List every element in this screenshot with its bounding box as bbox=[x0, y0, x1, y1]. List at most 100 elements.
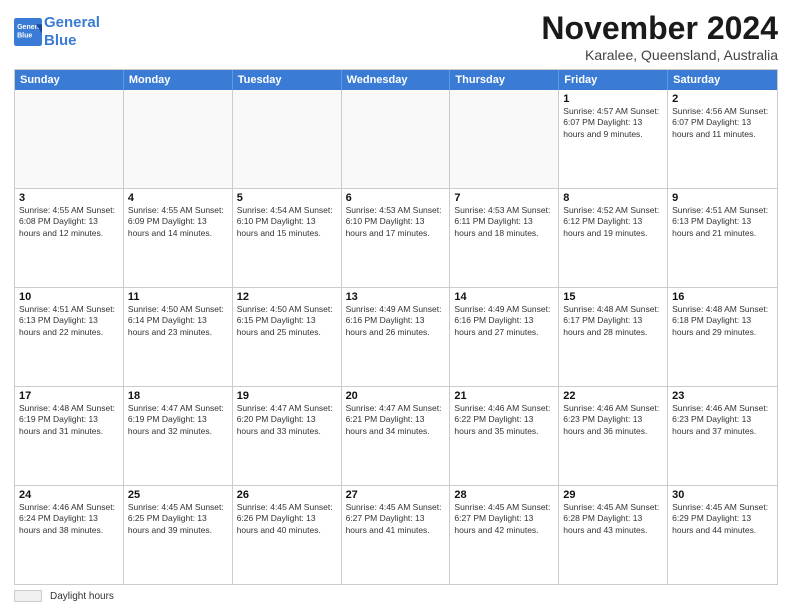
table-row bbox=[124, 90, 233, 188]
table-row: 13Sunrise: 4:49 AM Sunset: 6:16 PM Dayli… bbox=[342, 288, 451, 386]
cell-info: Sunrise: 4:45 AM Sunset: 6:27 PM Dayligh… bbox=[346, 502, 446, 536]
day-number: 27 bbox=[346, 489, 446, 501]
cell-info: Sunrise: 4:47 AM Sunset: 6:20 PM Dayligh… bbox=[237, 403, 337, 437]
calendar-body: 1Sunrise: 4:57 AM Sunset: 6:07 PM Daylig… bbox=[15, 90, 777, 584]
day-number: 29 bbox=[563, 489, 663, 501]
table-row: 23Sunrise: 4:46 AM Sunset: 6:23 PM Dayli… bbox=[668, 387, 777, 485]
cell-info: Sunrise: 4:47 AM Sunset: 6:21 PM Dayligh… bbox=[346, 403, 446, 437]
header-cell-saturday: Saturday bbox=[668, 70, 777, 90]
title-block: November 2024 Karalee, Queensland, Austr… bbox=[541, 10, 778, 63]
day-number: 10 bbox=[19, 291, 119, 303]
calendar: SundayMondayTuesdayWednesdayThursdayFrid… bbox=[14, 69, 778, 585]
day-number: 4 bbox=[128, 192, 228, 204]
cell-info: Sunrise: 4:53 AM Sunset: 6:10 PM Dayligh… bbox=[346, 205, 446, 239]
header-cell-tuesday: Tuesday bbox=[233, 70, 342, 90]
cell-info: Sunrise: 4:55 AM Sunset: 6:09 PM Dayligh… bbox=[128, 205, 228, 239]
day-number: 26 bbox=[237, 489, 337, 501]
svg-text:Blue: Blue bbox=[17, 32, 32, 39]
day-number: 17 bbox=[19, 390, 119, 402]
table-row: 26Sunrise: 4:45 AM Sunset: 6:26 PM Dayli… bbox=[233, 486, 342, 584]
day-number: 24 bbox=[19, 489, 119, 501]
table-row: 5Sunrise: 4:54 AM Sunset: 6:10 PM Daylig… bbox=[233, 189, 342, 287]
cell-info: Sunrise: 4:51 AM Sunset: 6:13 PM Dayligh… bbox=[19, 304, 119, 338]
table-row: 22Sunrise: 4:46 AM Sunset: 6:23 PM Dayli… bbox=[559, 387, 668, 485]
legend-label: Daylight hours bbox=[50, 591, 114, 602]
logo-icon: General Blue bbox=[14, 18, 42, 46]
day-number: 19 bbox=[237, 390, 337, 402]
calendar-row-1: 1Sunrise: 4:57 AM Sunset: 6:07 PM Daylig… bbox=[15, 90, 777, 188]
cell-info: Sunrise: 4:50 AM Sunset: 6:15 PM Dayligh… bbox=[237, 304, 337, 338]
cell-info: Sunrise: 4:46 AM Sunset: 6:23 PM Dayligh… bbox=[672, 403, 773, 437]
header-cell-wednesday: Wednesday bbox=[342, 70, 451, 90]
cell-info: Sunrise: 4:46 AM Sunset: 6:23 PM Dayligh… bbox=[563, 403, 663, 437]
table-row: 25Sunrise: 4:45 AM Sunset: 6:25 PM Dayli… bbox=[124, 486, 233, 584]
table-row: 20Sunrise: 4:47 AM Sunset: 6:21 PM Dayli… bbox=[342, 387, 451, 485]
day-number: 6 bbox=[346, 192, 446, 204]
day-number: 9 bbox=[672, 192, 773, 204]
table-row: 4Sunrise: 4:55 AM Sunset: 6:09 PM Daylig… bbox=[124, 189, 233, 287]
logo-line2: Blue bbox=[44, 32, 77, 49]
day-number: 20 bbox=[346, 390, 446, 402]
table-row bbox=[15, 90, 124, 188]
table-row: 12Sunrise: 4:50 AM Sunset: 6:15 PM Dayli… bbox=[233, 288, 342, 386]
day-number: 8 bbox=[563, 192, 663, 204]
table-row: 19Sunrise: 4:47 AM Sunset: 6:20 PM Dayli… bbox=[233, 387, 342, 485]
calendar-row-5: 24Sunrise: 4:46 AM Sunset: 6:24 PM Dayli… bbox=[15, 485, 777, 584]
table-row: 3Sunrise: 4:55 AM Sunset: 6:08 PM Daylig… bbox=[15, 189, 124, 287]
table-row: 28Sunrise: 4:45 AM Sunset: 6:27 PM Dayli… bbox=[450, 486, 559, 584]
table-row: 9Sunrise: 4:51 AM Sunset: 6:13 PM Daylig… bbox=[668, 189, 777, 287]
cell-info: Sunrise: 4:57 AM Sunset: 6:07 PM Dayligh… bbox=[563, 106, 663, 140]
table-row: 15Sunrise: 4:48 AM Sunset: 6:17 PM Dayli… bbox=[559, 288, 668, 386]
day-number: 12 bbox=[237, 291, 337, 303]
table-row: 14Sunrise: 4:49 AM Sunset: 6:16 PM Dayli… bbox=[450, 288, 559, 386]
calendar-row-4: 17Sunrise: 4:48 AM Sunset: 6:19 PM Dayli… bbox=[15, 386, 777, 485]
day-number: 2 bbox=[672, 93, 773, 105]
table-row: 8Sunrise: 4:52 AM Sunset: 6:12 PM Daylig… bbox=[559, 189, 668, 287]
header-cell-friday: Friday bbox=[559, 70, 668, 90]
legend: Daylight hours bbox=[14, 590, 778, 602]
cell-info: Sunrise: 4:46 AM Sunset: 6:24 PM Dayligh… bbox=[19, 502, 119, 536]
day-number: 5 bbox=[237, 192, 337, 204]
calendar-row-2: 3Sunrise: 4:55 AM Sunset: 6:08 PM Daylig… bbox=[15, 188, 777, 287]
logo-text: General Blue bbox=[44, 14, 100, 50]
cell-info: Sunrise: 4:48 AM Sunset: 6:17 PM Dayligh… bbox=[563, 304, 663, 338]
day-number: 23 bbox=[672, 390, 773, 402]
header: General Blue General Blue November 2024 … bbox=[14, 10, 778, 63]
header-cell-thursday: Thursday bbox=[450, 70, 559, 90]
cell-info: Sunrise: 4:54 AM Sunset: 6:10 PM Dayligh… bbox=[237, 205, 337, 239]
cell-info: Sunrise: 4:53 AM Sunset: 6:11 PM Dayligh… bbox=[454, 205, 554, 239]
cell-info: Sunrise: 4:48 AM Sunset: 6:18 PM Dayligh… bbox=[672, 304, 773, 338]
logo-line1: General bbox=[44, 14, 100, 31]
table-row: 29Sunrise: 4:45 AM Sunset: 6:28 PM Dayli… bbox=[559, 486, 668, 584]
calendar-row-3: 10Sunrise: 4:51 AM Sunset: 6:13 PM Dayli… bbox=[15, 287, 777, 386]
day-number: 30 bbox=[672, 489, 773, 501]
cell-info: Sunrise: 4:48 AM Sunset: 6:19 PM Dayligh… bbox=[19, 403, 119, 437]
table-row: 21Sunrise: 4:46 AM Sunset: 6:22 PM Dayli… bbox=[450, 387, 559, 485]
legend-shaded-box bbox=[14, 590, 42, 602]
day-number: 25 bbox=[128, 489, 228, 501]
cell-info: Sunrise: 4:51 AM Sunset: 6:13 PM Dayligh… bbox=[672, 205, 773, 239]
cell-info: Sunrise: 4:45 AM Sunset: 6:29 PM Dayligh… bbox=[672, 502, 773, 536]
day-number: 7 bbox=[454, 192, 554, 204]
day-number: 14 bbox=[454, 291, 554, 303]
table-row: 27Sunrise: 4:45 AM Sunset: 6:27 PM Dayli… bbox=[342, 486, 451, 584]
cell-info: Sunrise: 4:45 AM Sunset: 6:28 PM Dayligh… bbox=[563, 502, 663, 536]
day-number: 1 bbox=[563, 93, 663, 105]
day-number: 15 bbox=[563, 291, 663, 303]
location: Karalee, Queensland, Australia bbox=[541, 47, 778, 63]
day-number: 3 bbox=[19, 192, 119, 204]
day-number: 22 bbox=[563, 390, 663, 402]
cell-info: Sunrise: 4:47 AM Sunset: 6:19 PM Dayligh… bbox=[128, 403, 228, 437]
table-row: 18Sunrise: 4:47 AM Sunset: 6:19 PM Dayli… bbox=[124, 387, 233, 485]
cell-info: Sunrise: 4:55 AM Sunset: 6:08 PM Dayligh… bbox=[19, 205, 119, 239]
day-number: 13 bbox=[346, 291, 446, 303]
day-number: 18 bbox=[128, 390, 228, 402]
cell-info: Sunrise: 4:45 AM Sunset: 6:27 PM Dayligh… bbox=[454, 502, 554, 536]
table-row: 24Sunrise: 4:46 AM Sunset: 6:24 PM Dayli… bbox=[15, 486, 124, 584]
day-number: 11 bbox=[128, 291, 228, 303]
cell-info: Sunrise: 4:49 AM Sunset: 6:16 PM Dayligh… bbox=[454, 304, 554, 338]
table-row: 1Sunrise: 4:57 AM Sunset: 6:07 PM Daylig… bbox=[559, 90, 668, 188]
cell-info: Sunrise: 4:46 AM Sunset: 6:22 PM Dayligh… bbox=[454, 403, 554, 437]
cell-info: Sunrise: 4:56 AM Sunset: 6:07 PM Dayligh… bbox=[672, 106, 773, 140]
cell-info: Sunrise: 4:50 AM Sunset: 6:14 PM Dayligh… bbox=[128, 304, 228, 338]
